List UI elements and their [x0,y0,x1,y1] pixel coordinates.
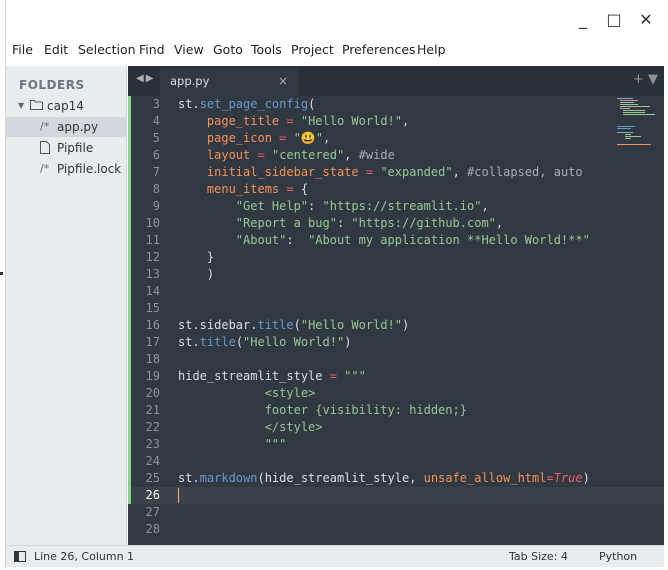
line-number: 8 [152,182,160,196]
code-line: "Get Help": "https://streamlit.io", [235,199,489,213]
line-number: 6 [152,148,160,162]
editor-area: ◀▶ app.py × + ▼ 3 4 5 6 7 8 9 10 11 12 1… [128,66,664,545]
syntax-mode[interactable]: Python [599,550,637,563]
line-number: 19 [145,369,160,383]
line-number: 3 [152,97,160,111]
code-line: "Report a bug": "https://github.com", [235,216,504,230]
line-number: 27 [145,505,160,519]
code-line: ) [178,267,215,281]
code-line: st.markdown(hide_streamlit_style, unsafe… [178,471,590,485]
line-number: 14 [145,284,160,298]
code-line: st.set_page_config( [178,97,316,111]
file-label: app.py [57,120,99,134]
toggle-panel-icon[interactable] [14,551,26,562]
line-number: 11 [145,233,160,247]
tab-bar: ◀▶ app.py × + ▼ [128,66,664,96]
tab-nav-arrows-icon[interactable]: ◀▶ [136,73,155,84]
python-file-icon: /* [40,120,50,133]
code-line: } [178,250,215,264]
line-number: 18 [145,352,160,366]
sidebar-file-pipfile-lock[interactable]: /* Pipfile.lock [6,159,127,179]
line-number: 16 [145,318,160,332]
line-number: 15 [145,301,160,315]
line-number: 28 [145,522,160,536]
code-line: menu_items = { [206,182,309,196]
tab-label: app.py [170,74,210,88]
line-number-gutter: 3 4 5 6 7 8 9 10 11 12 13 14 15 16 17 18… [128,96,164,545]
menu-bar: File Edit Selection Find View Goto Tools… [6,40,664,62]
line-number: 5 [152,131,160,145]
sidebar-file-app-py[interactable]: /* app.py [6,117,127,137]
menu-goto[interactable]: Goto [213,42,243,57]
status-bar: Line 26, Column 1 Tab Size: 4 Python [6,545,664,567]
text-caret [178,488,179,503]
menu-project[interactable]: Project [291,42,334,57]
menu-file[interactable]: File [12,42,33,57]
line-number: 17 [145,335,160,349]
line-number: 23 [145,437,160,451]
sidebar-file-pipfile[interactable]: Pipfile [6,138,127,158]
menu-edit[interactable]: Edit [44,42,68,57]
code-line: st.sidebar.title("Hello World!") [178,318,410,332]
title-bar: _ □ ✕ [6,0,664,38]
minimap[interactable] [615,96,664,176]
line-number: 4 [152,114,160,128]
close-tab-icon[interactable]: × [278,74,288,88]
cursor-position[interactable]: Line 26, Column 1 [34,550,134,563]
line-number: 13 [145,267,160,281]
code-line: page_title = "Hello World!", [206,114,410,128]
line-number: 25 [145,471,160,485]
line-number: 10 [145,216,160,230]
code-editor[interactable]: st.set_page_config( page_title = "Hello … [178,96,613,545]
edge-marker [0,272,3,275]
folder-cap14[interactable]: ▼ cap14 [6,96,127,116]
code-line: </style> [178,420,323,434]
code-line: "About": "About my application **Hello W… [235,233,590,247]
line-number: 12 [145,250,160,264]
menu-selection[interactable]: Selection [78,42,136,57]
maximize-button[interactable]: □ [603,10,625,30]
folder-label: cap14 [47,99,84,113]
tab-size[interactable]: Tab Size: 4 [509,550,568,563]
code-line: layout = "centered", #wide [206,148,395,162]
minimize-button[interactable]: _ [572,10,594,30]
code-line: st.title("Hello World!") [178,335,352,349]
line-number: 24 [145,454,160,468]
menu-find[interactable]: Find [139,42,165,57]
new-tab-dropdown-icon[interactable]: + ▼ [633,72,658,87]
line-number-current: 26 [145,488,160,502]
code-line: hide_streamlit_style = """ [178,369,366,383]
line-number: 22 [145,420,160,434]
menu-preferences[interactable]: Preferences [342,42,416,57]
code-line: <style> [178,386,316,400]
file-label: Pipfile.lock [57,162,122,176]
menu-tools[interactable]: Tools [251,42,282,57]
expand-arrow-icon: ▼ [18,101,25,110]
folder-icon [30,97,43,117]
line-number: 21 [145,403,160,417]
python-file-icon: /* [40,162,50,175]
line-number: 7 [152,165,160,179]
tab-app-py[interactable]: app.py × [160,68,298,96]
file-icon [40,141,50,161]
menu-help[interactable]: Help [417,42,446,57]
code-line: initial_sidebar_state = "expanded", #col… [206,165,583,179]
line-number: 20 [145,386,160,400]
editor-window: _ □ ✕ File Edit Selection Find View Goto… [5,0,664,568]
folders-sidebar: FOLDERS ▼ cap14 /* app.py Pipfile /* Pip… [6,66,127,545]
file-label: Pipfile [57,141,94,155]
code-line: page_icon = "😃", [206,131,331,145]
menu-view[interactable]: View [174,42,204,57]
code-line: """ [264,437,287,451]
folders-title: FOLDERS [19,78,85,92]
code-line: footer {visibility: hidden;} [178,403,467,417]
line-number: 9 [152,199,160,213]
close-window-button[interactable]: ✕ [635,10,657,30]
